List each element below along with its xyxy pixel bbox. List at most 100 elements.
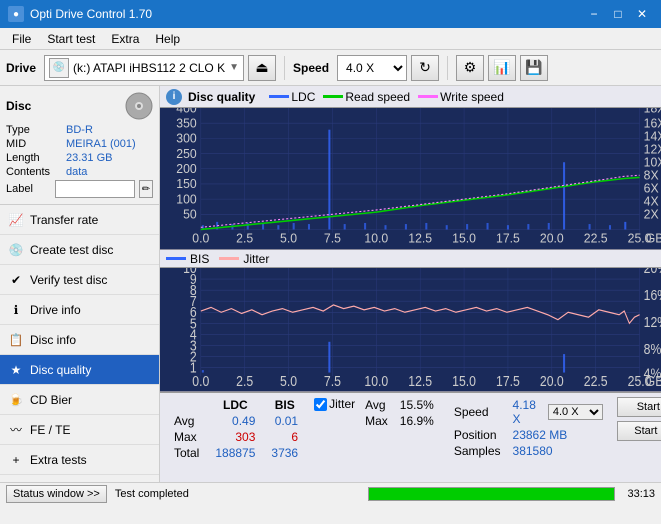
speed-select-cell[interactable]: 4.0 X 2.0 X — [542, 397, 609, 427]
menu-help[interactable]: Help — [147, 30, 188, 48]
menu-start-test[interactable]: Start test — [39, 30, 103, 48]
extra-tests-icon: + — [8, 452, 24, 468]
menubar: File Start test Extra Help — [0, 28, 661, 50]
svg-text:8%: 8% — [644, 341, 661, 357]
jitter-max-label: Max — [359, 413, 394, 429]
svg-text:20.0: 20.0 — [540, 231, 564, 245]
maximize-button[interactable]: □ — [607, 5, 629, 23]
titlebar-controls: − □ ✕ — [583, 5, 653, 23]
content-area: i Disc quality LDC Read speed Write spee… — [160, 86, 661, 482]
close-button[interactable]: ✕ — [631, 5, 653, 23]
chart-bis: BIS Jitter — [160, 250, 661, 392]
svg-text:20%: 20% — [644, 268, 661, 276]
jitter-avg-value: 15.5% — [394, 397, 440, 413]
drive-dropdown-arrow: ▼ — [229, 62, 239, 73]
position-value: 23862 MB — [507, 427, 609, 443]
separator-1 — [284, 56, 285, 80]
disc-quality-title: Disc quality — [188, 90, 255, 104]
statusbar: Status window >> Test completed 33:13 — [0, 482, 661, 504]
sidebar-item-fe-te[interactable]: 〰 FE / TE — [0, 415, 159, 445]
disc-mid-field: MID MEIRA1 (001) — [6, 138, 153, 150]
svg-text:17.5: 17.5 — [496, 373, 520, 389]
svg-text:16%: 16% — [644, 287, 661, 303]
svg-text:2X: 2X — [644, 207, 660, 221]
disc-label-input[interactable] — [55, 180, 135, 198]
bis-color-swatch — [166, 257, 186, 260]
disc-label-row: Label ✏ — [6, 180, 153, 198]
chart-ldc: 400 350 300 250 200 150 100 50 18X 16X 1… — [160, 108, 661, 250]
menu-file[interactable]: File — [4, 30, 39, 48]
svg-text:7.5: 7.5 — [324, 231, 341, 245]
app-title: Opti Drive Control 1.70 — [30, 7, 152, 21]
sidebar-item-label-drive-info: Drive info — [30, 303, 81, 317]
legend-read-speed: Read speed — [323, 90, 410, 104]
transfer-rate-icon: 📈 — [8, 212, 24, 228]
start-full-button[interactable]: Start full — [617, 397, 661, 417]
sidebar-item-verify-test-disc[interactable]: ✔ Verify test disc — [0, 265, 159, 295]
minimize-button[interactable]: − — [583, 5, 605, 23]
sidebar-menu: 📈 Transfer rate 💿 Create test disc ✔ Ver… — [0, 205, 159, 482]
chart-legend: LDC Read speed Write speed — [269, 90, 504, 104]
jitter-checkbox[interactable] — [314, 398, 327, 411]
sidebar-item-disc-info[interactable]: 📋 Disc info — [0, 325, 159, 355]
main-area: Disc Type BD-R MID MEIRA1 (001) Length 2… — [0, 86, 661, 482]
speed-label: Speed — [293, 61, 329, 75]
speed-section: Speed 4.18 X 4.0 X 2.0 X Position 23862 … — [448, 397, 609, 459]
sidebar-item-transfer-rate[interactable]: 📈 Transfer rate — [0, 205, 159, 235]
stat-bis-total: 3736 — [263, 445, 306, 461]
stat-ldc-avg: 0.49 — [207, 413, 263, 429]
disc-length-value: 23.31 GB — [66, 152, 153, 164]
speed-dropdown[interactable]: 4.0 X 2.0 X — [548, 404, 603, 420]
disc-quality-icon: ★ — [8, 362, 24, 378]
svg-text:10.0: 10.0 — [364, 373, 388, 389]
start-part-button[interactable]: Start part — [617, 421, 661, 441]
svg-text:100: 100 — [176, 192, 196, 206]
stat-row-max-label: Max — [166, 429, 207, 445]
speed-select[interactable]: 4.0 X 2.0 X 1.0 X — [337, 55, 407, 81]
svg-text:22.5: 22.5 — [584, 231, 608, 245]
disc-type-label: Type — [6, 124, 66, 136]
sidebar-item-label-disc-quality: Disc quality — [30, 363, 91, 377]
sidebar-item-label-cd-bier: CD Bier — [30, 393, 72, 407]
sidebar-item-extra-tests[interactable]: + Extra tests — [0, 445, 159, 475]
sidebar-item-cd-bier[interactable]: 🍺 CD Bier — [0, 385, 159, 415]
write-speed-color-swatch — [418, 95, 438, 98]
stat-col-ldc: LDC — [207, 397, 263, 413]
disc-length-label: Length — [6, 152, 66, 164]
jitter-color-swatch — [219, 257, 239, 260]
svg-text:12.5: 12.5 — [408, 373, 432, 389]
verify-test-disc-icon: ✔ — [8, 272, 24, 288]
eject-button[interactable]: ⏏ — [248, 55, 276, 81]
settings-button[interactable]: ⚙ — [456, 55, 484, 81]
legend-write-speed: Write speed — [418, 90, 504, 104]
stat-ldc-max: 303 — [207, 429, 263, 445]
info-button[interactable]: 📊 — [488, 55, 516, 81]
status-text: Test completed — [115, 488, 360, 500]
svg-text:5.0: 5.0 — [280, 373, 297, 389]
sidebar-item-drive-info[interactable]: ℹ Drive info — [0, 295, 159, 325]
disc-contents-value: data — [66, 166, 153, 178]
menu-extra[interactable]: Extra — [103, 30, 147, 48]
disc-quality-section-icon: i — [166, 89, 182, 105]
save-button[interactable]: 💾 — [520, 55, 548, 81]
drive-icon: 💿 — [49, 58, 69, 78]
legend-bis: BIS — [166, 252, 209, 266]
disc-info-header: Disc — [6, 92, 153, 120]
refresh-button[interactable]: ↻ — [411, 55, 439, 81]
drive-select[interactable]: 💿 (k:) ATAPI iHBS112 2 CLO K ▼ — [44, 55, 244, 81]
disc-mid-value: MEIRA1 (001) — [66, 138, 153, 150]
sidebar-item-disc-quality[interactable]: ★ Disc quality — [0, 355, 159, 385]
disc-info-icon: 📋 — [8, 332, 24, 348]
progress-bar-container — [368, 487, 615, 501]
svg-text:15.0: 15.0 — [452, 231, 476, 245]
status-window-button[interactable]: Status window >> — [6, 485, 107, 503]
sidebar: Disc Type BD-R MID MEIRA1 (001) Length 2… — [0, 86, 160, 482]
sidebar-item-create-test-disc[interactable]: 💿 Create test disc — [0, 235, 159, 265]
disc-type-value: BD-R — [66, 124, 153, 136]
svg-text:0.0: 0.0 — [192, 231, 209, 245]
stats-table-ldc-bis: LDC BIS Avg 0.49 0.01 Max 303 6 Total — [166, 397, 306, 461]
disc-section-title: Disc — [6, 99, 31, 113]
titlebar-left: ● Opti Drive Control 1.70 — [8, 6, 152, 22]
ldc-color-swatch — [269, 95, 289, 98]
disc-label-button[interactable]: ✏ — [139, 180, 153, 198]
